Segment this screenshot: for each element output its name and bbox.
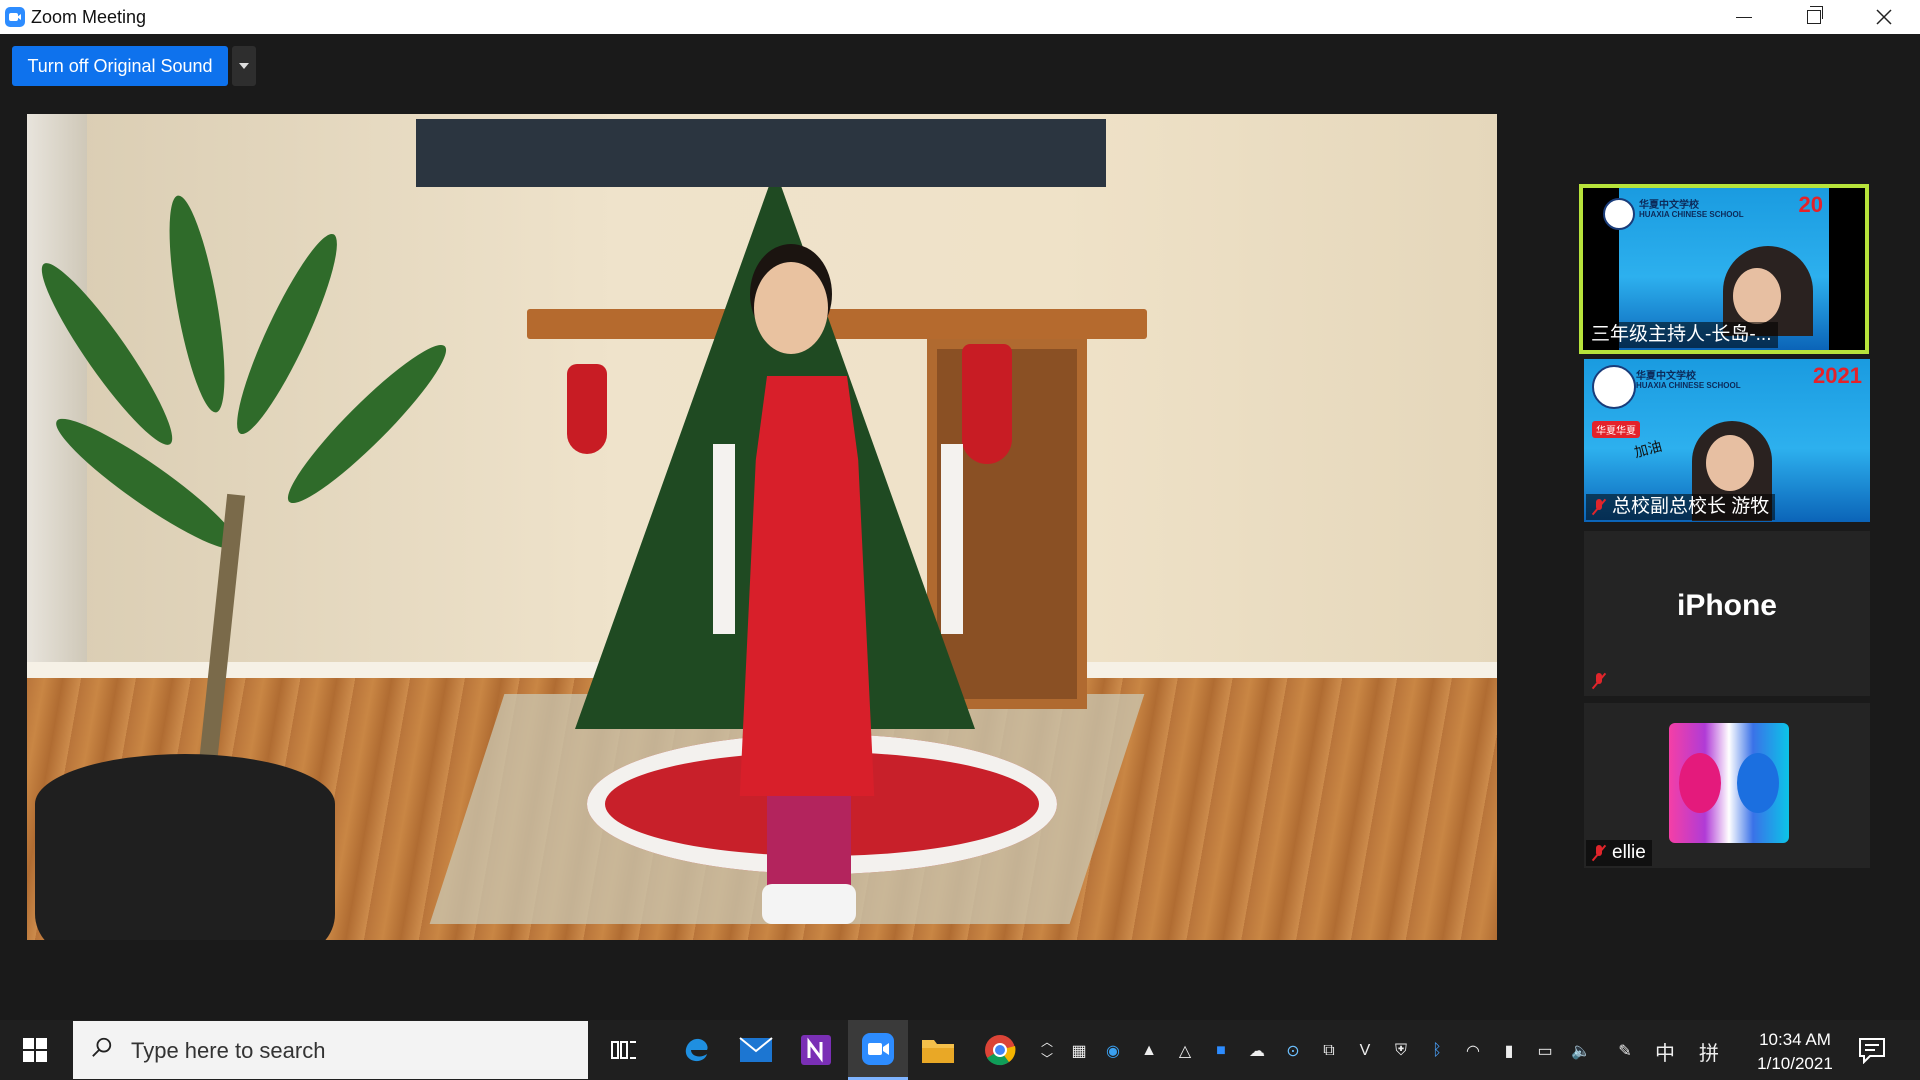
ime-mode-indicator[interactable]: 拼 xyxy=(1698,1040,1720,1065)
windows-logo-icon xyxy=(23,1038,47,1062)
original-sound-dropdown-button[interactable] xyxy=(232,46,256,86)
banner-school-name: 华夏中文学校 xyxy=(1636,371,1696,382)
chevron-up-icon: ︿ xyxy=(1040,1035,1053,1049)
video-stocking xyxy=(962,344,1012,464)
participant-video-face xyxy=(1733,268,1781,324)
banner-year: 2021 xyxy=(1813,363,1862,388)
mail-icon xyxy=(739,1037,773,1062)
search-placeholder: Type here to search xyxy=(131,1038,326,1063)
tray-app-v-icon[interactable]: V xyxy=(1354,1040,1376,1062)
zoom-app-icon xyxy=(5,7,25,27)
taskbar-mail[interactable] xyxy=(728,1020,784,1080)
video-window-blinds xyxy=(27,114,87,674)
participant-name: ellie xyxy=(1612,842,1646,863)
tray-onedrive-icon[interactable]: ☁ xyxy=(1246,1040,1268,1062)
tray-printer-icon[interactable]: ▦ xyxy=(1068,1040,1090,1062)
ime-language-indicator[interactable]: 中 xyxy=(1654,1040,1676,1065)
tray-bluetooth-icon[interactable]: ᛒ xyxy=(1426,1040,1448,1062)
participant-name-label: 三年级主持人-长岛-... xyxy=(1585,322,1778,348)
taskbar-search-box[interactable]: Type here to search xyxy=(73,1021,588,1079)
minimize-icon xyxy=(1736,16,1752,18)
restore-icon xyxy=(1807,6,1823,24)
participant-name-label xyxy=(1586,668,1612,694)
task-view-icon xyxy=(611,1041,636,1059)
muted-mic-icon xyxy=(1592,844,1606,862)
show-hidden-icons-chevron[interactable]: ︿ ﹀ xyxy=(1036,1026,1058,1074)
participant-tile[interactable]: ellie xyxy=(1584,703,1870,868)
school-logo-icon xyxy=(1592,365,1636,409)
minimize-button[interactable] xyxy=(1709,0,1779,34)
clock-date: 1/10/2021 xyxy=(1757,1054,1833,1073)
banner-school-name-en: HUAXIA CHINESE SCHOOL xyxy=(1639,210,1744,219)
taskbar-onenote[interactable] xyxy=(788,1020,844,1080)
tray-google-drive-icon[interactable]: △ xyxy=(1174,1040,1196,1062)
tray-microphone-icon[interactable]: ▮ xyxy=(1498,1040,1520,1062)
participant-name-label: 总校副总校长 游牧 xyxy=(1586,494,1776,520)
chrome-icon xyxy=(985,1035,1016,1066)
taskbar-chrome[interactable] xyxy=(972,1020,1028,1080)
participant-tile[interactable]: 华夏中文学校 HUAXIA CHINESE SCHOOL 2021 华夏华夏 加… xyxy=(1584,359,1870,522)
tray-shield-icon[interactable]: ⛨ xyxy=(1390,1040,1412,1062)
start-button[interactable] xyxy=(0,1020,70,1080)
zoom-icon xyxy=(862,1032,894,1065)
video-girl-socks xyxy=(762,884,856,924)
muted-mic-icon xyxy=(1592,672,1606,690)
main-video-feed xyxy=(27,114,1497,940)
tray-drive-icon[interactable]: ▲ xyxy=(1138,1040,1160,1062)
chevron-down-icon xyxy=(239,63,249,69)
video-plant-pot xyxy=(35,754,335,940)
banner-tag: 华夏华夏 xyxy=(1592,421,1640,438)
taskbar-clock[interactable]: 10:34 AM 1/10/2021 xyxy=(1745,1028,1845,1076)
clock-time: 10:34 AM xyxy=(1759,1030,1831,1049)
restore-button[interactable] xyxy=(1779,0,1849,34)
title-bar: Zoom Meeting xyxy=(0,0,1920,34)
edge-icon xyxy=(685,1038,708,1062)
participant-name: 总校副总校长 游牧 xyxy=(1612,496,1770,517)
tray-search-app-icon[interactable]: ⊙ xyxy=(1282,1040,1304,1062)
tray-pen-icon[interactable]: ✎ xyxy=(1614,1040,1636,1062)
taskbar-edge[interactable] xyxy=(668,1020,724,1080)
notification-center-icon[interactable] xyxy=(1858,1036,1886,1064)
onenote-icon xyxy=(801,1035,831,1065)
turn-off-original-sound-button[interactable]: Turn off Original Sound xyxy=(12,46,228,86)
tray-battery-icon[interactable]: ▭ xyxy=(1534,1040,1556,1062)
tray-volume-icon[interactable]: 🔈 xyxy=(1570,1040,1592,1062)
participant-avatar xyxy=(1669,723,1789,843)
banner-school-name-en: HUAXIA CHINESE SCHOOL xyxy=(1636,381,1741,390)
participant-video-face xyxy=(1706,435,1754,491)
taskbar-file-explorer[interactable] xyxy=(910,1020,966,1080)
task-view-button[interactable] xyxy=(596,1020,652,1080)
tray-globe-icon[interactable]: ◉ xyxy=(1102,1040,1124,1062)
muted-mic-icon xyxy=(1592,498,1606,516)
window-title: Zoom Meeting xyxy=(31,7,147,27)
banner-school-name: 华夏中文学校 xyxy=(1639,200,1699,211)
windows-taskbar: Type here to search ︿ ﹀ ▦ ◉ ▲ △ ■ ☁ ⊙ ⧉ V… xyxy=(0,1020,1920,1080)
tray-display-icon[interactable]: ⧉ xyxy=(1318,1040,1340,1062)
school-logo-icon xyxy=(1603,198,1635,230)
participant-tile[interactable]: iPhone xyxy=(1584,531,1870,696)
video-girl-head xyxy=(754,262,828,354)
taskbar-zoom[interactable] xyxy=(848,1020,908,1080)
search-icon xyxy=(92,1037,112,1057)
tray-zoom-icon[interactable]: ■ xyxy=(1210,1040,1232,1062)
redacted-name-bar xyxy=(416,119,1106,187)
participant-display-name: iPhone xyxy=(1676,589,1777,622)
video-girl-legs xyxy=(767,796,851,896)
close-button[interactable] xyxy=(1849,0,1919,34)
tray-wifi-icon[interactable]: ◠ xyxy=(1462,1040,1484,1062)
close-icon xyxy=(1876,9,1892,25)
video-stocking xyxy=(567,364,607,454)
folder-icon xyxy=(922,1040,954,1063)
participant-name-label: ellie xyxy=(1586,840,1652,866)
banner-year: 20 xyxy=(1798,192,1823,217)
participant-tile-active-speaker[interactable]: 华夏中文学校 HUAXIA CHINESE SCHOOL 20 三年级主持人-长… xyxy=(1579,184,1869,354)
chevron-down-icon: ﹀ xyxy=(1040,1052,1053,1066)
participant-name: 三年级主持人-长岛-... xyxy=(1591,324,1772,345)
